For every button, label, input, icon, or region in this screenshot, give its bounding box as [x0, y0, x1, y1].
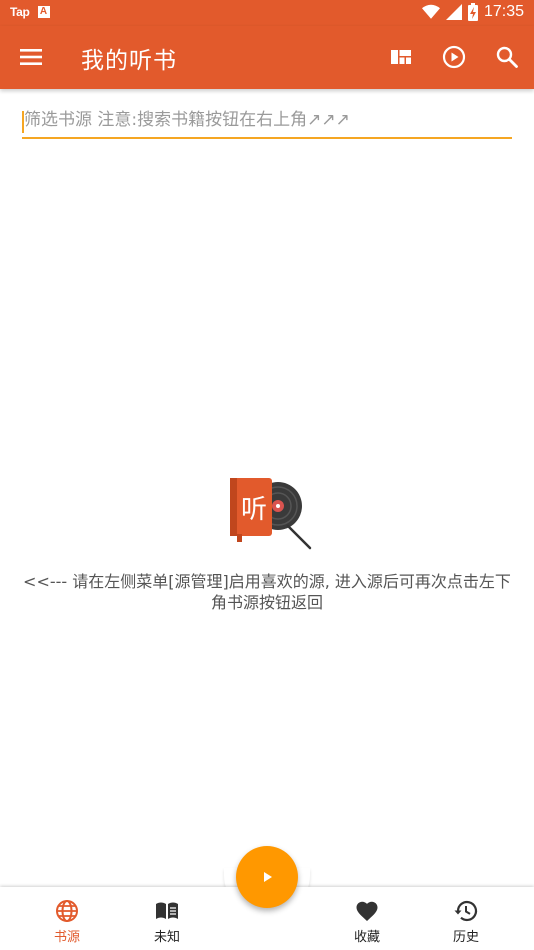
heart-icon: [356, 901, 378, 921]
play-fab-button[interactable]: [236, 846, 298, 908]
search-button[interactable]: [494, 44, 520, 70]
menu-icon[interactable]: [19, 45, 43, 69]
wifi-icon: [421, 4, 440, 19]
page-title: 我的听书: [81, 48, 177, 74]
book-icon: [156, 902, 178, 919]
notification-a-icon: A: [37, 6, 50, 18]
app-bar: 我的听书: [0, 26, 534, 89]
text-caret: [22, 111, 24, 133]
empty-state-message: <<--- 请在左侧菜单[源管理]启用喜欢的源, 进入源后可再次点击左下角书源按…: [23, 572, 511, 612]
nav-label: 收藏: [353, 930, 380, 945]
battery-icon: [467, 3, 478, 21]
layout-toggle-button[interactable]: [388, 44, 414, 70]
filter-input[interactable]: [22, 105, 514, 135]
filter-field[interactable]: [22, 105, 514, 139]
play-icon: [264, 872, 272, 882]
nav-label: 历史: [452, 930, 479, 945]
nav-label: 书源: [53, 930, 80, 945]
nav-item-unknown[interactable]: 未知: [122, 887, 212, 950]
signal-icon: [445, 4, 462, 20]
search-icon: [496, 46, 518, 68]
nav-item-history[interactable]: 历史: [421, 887, 511, 950]
listen-book-logo: 听: [228, 474, 314, 552]
nav-label: 未知: [153, 930, 180, 945]
play-circle-icon: [442, 45, 466, 69]
nav-item-favorites[interactable]: 收藏: [322, 887, 412, 950]
globe-icon: [56, 900, 78, 922]
nav-item-sources[interactable]: 书源: [22, 887, 112, 950]
svg-text:听: 听: [241, 495, 267, 525]
status-time: 17:35: [483, 3, 524, 20]
dashboard-layout-icon: [391, 50, 411, 64]
status-bar: Tap A 17:35: [0, 0, 534, 26]
status-carrier: Tap: [10, 5, 30, 19]
history-icon: [454, 900, 478, 922]
play-button[interactable]: [441, 44, 467, 70]
